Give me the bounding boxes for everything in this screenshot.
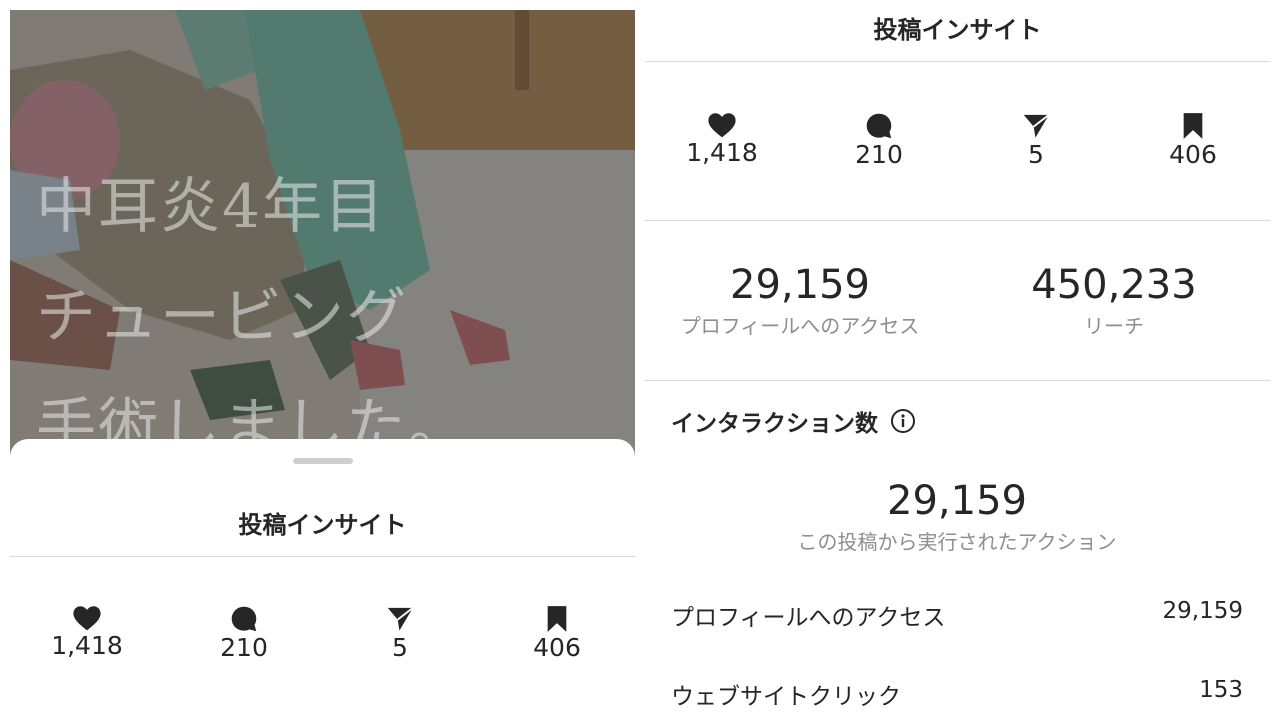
comments-count: 210: [220, 633, 268, 662]
sheet-drag-handle[interactable]: [293, 458, 353, 464]
interaction-row-profile-access: プロフィールへのアクセス 29,159: [671, 598, 1243, 632]
left-panel: 中耳炎4年目 チュービング 手術しました。 投稿インサイト 1,418 210 …: [10, 10, 635, 720]
reach-value: 450,233: [1031, 262, 1197, 308]
send-icon: [1023, 114, 1050, 138]
title-divider: [645, 61, 1270, 62]
info-icon[interactable]: [890, 408, 916, 434]
comments-stat: 210: [184, 605, 304, 662]
heart-icon: [708, 113, 736, 138]
post-photo: 中耳炎4年目 チュービング 手術しました。: [10, 10, 635, 480]
row-label: ウェブサイトクリック: [671, 684, 901, 710]
heart-icon: [73, 606, 101, 631]
right-panel: 投稿インサイト 1,418 210 5 406 29,159 プロフィールへのア…: [645, 0, 1270, 720]
shares-stat: 5: [340, 605, 460, 662]
saves-stat: 406: [497, 605, 617, 662]
comment-icon: [866, 113, 892, 139]
comments-stat: 210: [819, 112, 939, 169]
interactions-heading: インタラクション数: [671, 404, 916, 438]
reach-label: リーチ: [1084, 314, 1144, 338]
sheet-title: 投稿インサイト: [238, 511, 407, 539]
profile-access-metric: 29,159 プロフィールへのアクセス: [661, 262, 939, 339]
metrics-divider: [645, 380, 1270, 381]
sheet-divider: [10, 556, 635, 557]
likes-stat: 1,418: [27, 605, 147, 660]
saves-count: 406: [1169, 140, 1217, 169]
stats-divider: [645, 220, 1270, 221]
shares-stat: 5: [976, 112, 1096, 169]
insights-bottom-sheet: 投稿インサイト 1,418 210 5 406: [10, 439, 635, 720]
profile-access-value: 29,159: [730, 262, 870, 308]
bookmark-icon: [547, 606, 567, 632]
interaction-row-website-clicks: ウェブサイトクリック 153: [671, 677, 1243, 711]
comments-count: 210: [855, 140, 903, 169]
overlay-text-line-1: 中耳炎4年目: [36, 172, 387, 242]
likes-count: 1,418: [686, 138, 758, 167]
interactions-total-metric: 29,159 この投稿から実行されたアクション: [661, 478, 1253, 555]
bookmark-icon: [1183, 113, 1203, 139]
shares-count: 5: [392, 633, 408, 662]
saves-count: 406: [533, 633, 581, 662]
row-label: プロフィールへのアクセス: [671, 605, 946, 631]
likes-count: 1,418: [51, 631, 123, 660]
send-icon: [387, 607, 414, 631]
likes-stat: 1,418: [662, 112, 782, 167]
interactions-total-label: この投稿から実行されたアクション: [797, 530, 1117, 554]
shares-count: 5: [1028, 140, 1044, 169]
reach-metric: 450,233 リーチ: [975, 262, 1253, 339]
profile-access-label: プロフィールへのアクセス: [680, 314, 920, 338]
interactions-total-value: 29,159: [887, 478, 1027, 524]
page-title: 投稿インサイト: [873, 16, 1042, 44]
saves-stat: 406: [1133, 112, 1253, 169]
row-value: 153: [1199, 677, 1243, 703]
comment-icon: [231, 606, 257, 632]
overlay-text-line-2: チュービング: [36, 282, 408, 352]
row-value: 29,159: [1162, 598, 1243, 624]
interactions-heading-label: インタラクション数: [671, 411, 878, 437]
